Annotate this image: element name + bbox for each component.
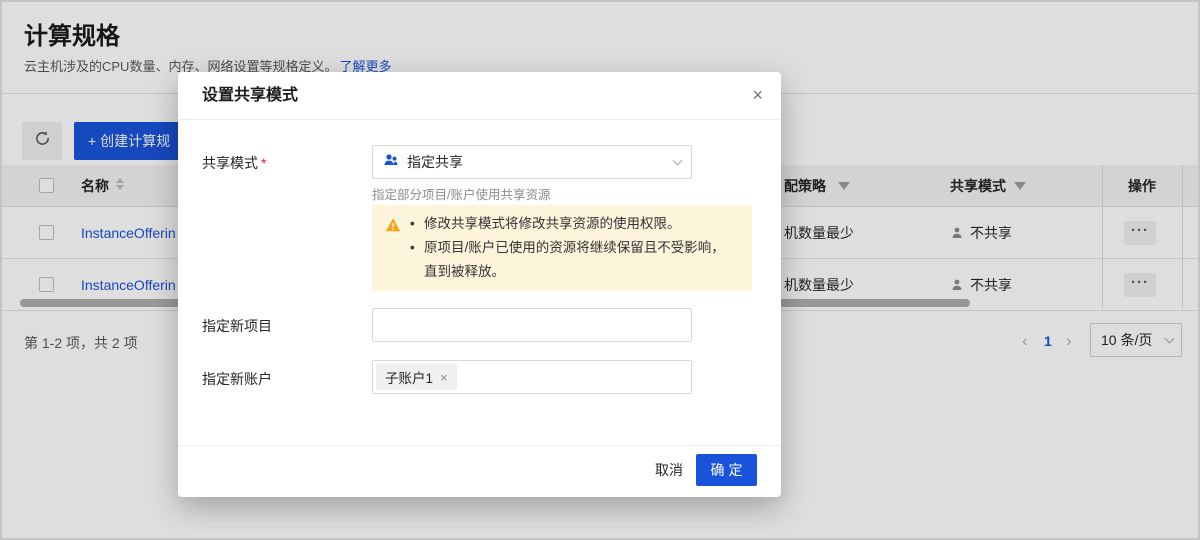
dialog-title: 设置共享模式 xyxy=(202,72,298,120)
warning-item: 原项目/账户已使用的资源将继续保留且不受影响，直到被释放。 xyxy=(410,236,738,284)
chevron-down-icon xyxy=(673,156,683,166)
required-asterisk: * xyxy=(261,155,266,171)
share-mode-label: 共享模式* xyxy=(202,153,266,173)
app-window: 计算规格 云主机涉及的CPU数量、内存、网络设置等规格定义。了解更多 + 创建计… xyxy=(0,0,1200,540)
new-project-input[interactable] xyxy=(372,308,692,342)
footer-divider xyxy=(178,445,781,446)
share-mode-help: 指定部分项目/账户使用共享资源 xyxy=(372,184,550,203)
confirm-button[interactable]: 确定 xyxy=(696,454,757,486)
tag-close-icon[interactable]: × xyxy=(440,371,448,384)
new-account-label: 指定新账户 xyxy=(202,369,272,389)
warning-list: 修改共享模式将修改共享资源的使用权限。 原项目/账户已使用的资源将继续保留且不受… xyxy=(410,212,738,284)
account-tag: 子账户1 × xyxy=(376,364,457,390)
warning-alert: 修改共享模式将修改共享资源的使用权限。 原项目/账户已使用的资源将继续保留且不受… xyxy=(372,205,752,291)
warning-icon xyxy=(385,217,401,233)
share-mode-select[interactable]: 指定共享 xyxy=(372,145,692,179)
cancel-button[interactable]: 取消 xyxy=(655,454,683,486)
new-account-input[interactable]: 子账户1 × xyxy=(372,360,692,394)
close-icon[interactable]: × xyxy=(752,72,763,118)
account-tag-label: 子账户1 xyxy=(385,367,433,387)
new-project-label: 指定新项目 xyxy=(202,316,272,336)
share-mode-value: 指定共享 xyxy=(407,152,463,172)
share-mode-label-text: 共享模式 xyxy=(202,155,258,171)
set-share-mode-dialog: 设置共享模式 × 共享模式* 指定共享 指定部分项目/账户使用共享资源 修改共享… xyxy=(178,72,781,497)
dialog-header: 设置共享模式 × xyxy=(178,72,781,120)
people-icon xyxy=(383,152,399,173)
warning-item: 修改共享模式将修改共享资源的使用权限。 xyxy=(410,212,738,236)
